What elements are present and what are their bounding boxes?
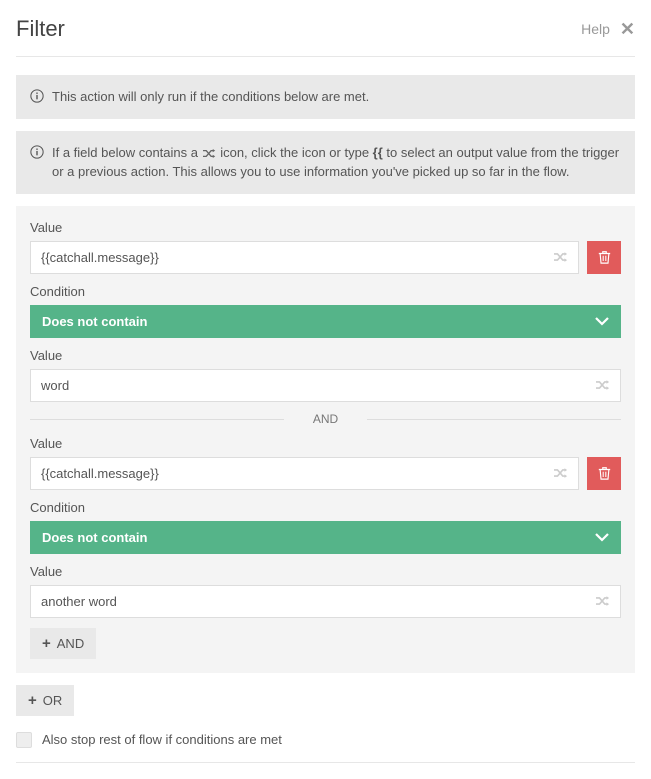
stop-flow-row: Also stop rest of flow if conditions are… [16,732,635,748]
header: Filter Help ✕ [16,16,635,57]
value-input[interactable] [31,458,554,489]
filter-form: Filter Help ✕ This action will only run … [0,0,651,779]
chevron-down-icon [595,533,609,542]
shuffle-icon[interactable] [596,379,620,391]
conditions-group: Value Condition Does not contain [16,206,635,673]
shuffle-icon[interactable] [554,467,578,479]
info-text-1: This action will only run if the conditi… [52,87,369,107]
page-title: Filter [16,16,65,42]
add-and-button[interactable]: + AND [30,628,96,659]
help-link[interactable]: Help [581,21,610,37]
value-input[interactable] [31,242,554,273]
delete-condition-button[interactable] [587,241,621,274]
stop-flow-checkbox[interactable] [16,732,32,748]
condition-select[interactable]: Does not contain [30,305,621,338]
and-separator: AND [30,412,621,426]
condition-select[interactable]: Does not contain [30,521,621,554]
info-box-shuffle: If a field below contains a icon, click … [16,131,635,194]
close-icon[interactable]: ✕ [620,19,635,40]
shuffle-icon[interactable] [596,595,620,607]
delete-condition-button[interactable] [587,457,621,490]
divider [16,762,635,763]
shuffle-icon[interactable] [554,251,578,263]
condition-row: Value Condition Does not contain [30,220,621,402]
compare-value-input[interactable] [31,586,596,617]
plus-icon: + [28,693,37,708]
condition-label: Condition [30,284,621,299]
condition-row: Value Condition Does not contain [30,436,621,618]
condition-label: Condition [30,500,621,515]
info-icon [30,145,44,159]
info-icon [30,89,44,103]
value-label: Value [30,564,621,579]
add-or-button[interactable]: + OR [16,685,74,716]
stop-flow-label: Also stop rest of flow if conditions are… [42,732,282,747]
value-label: Value [30,348,621,363]
value-label: Value [30,436,621,451]
value-label: Value [30,220,621,235]
info-box-conditions: This action will only run if the conditi… [16,75,635,119]
compare-value-input[interactable] [31,370,596,401]
plus-icon: + [42,636,51,651]
condition-select-value: Does not contain [42,314,147,329]
shuffle-icon [203,148,216,159]
condition-select-value: Does not contain [42,530,147,545]
chevron-down-icon [595,317,609,326]
info-text-2: If a field below contains a icon, click … [52,143,621,182]
